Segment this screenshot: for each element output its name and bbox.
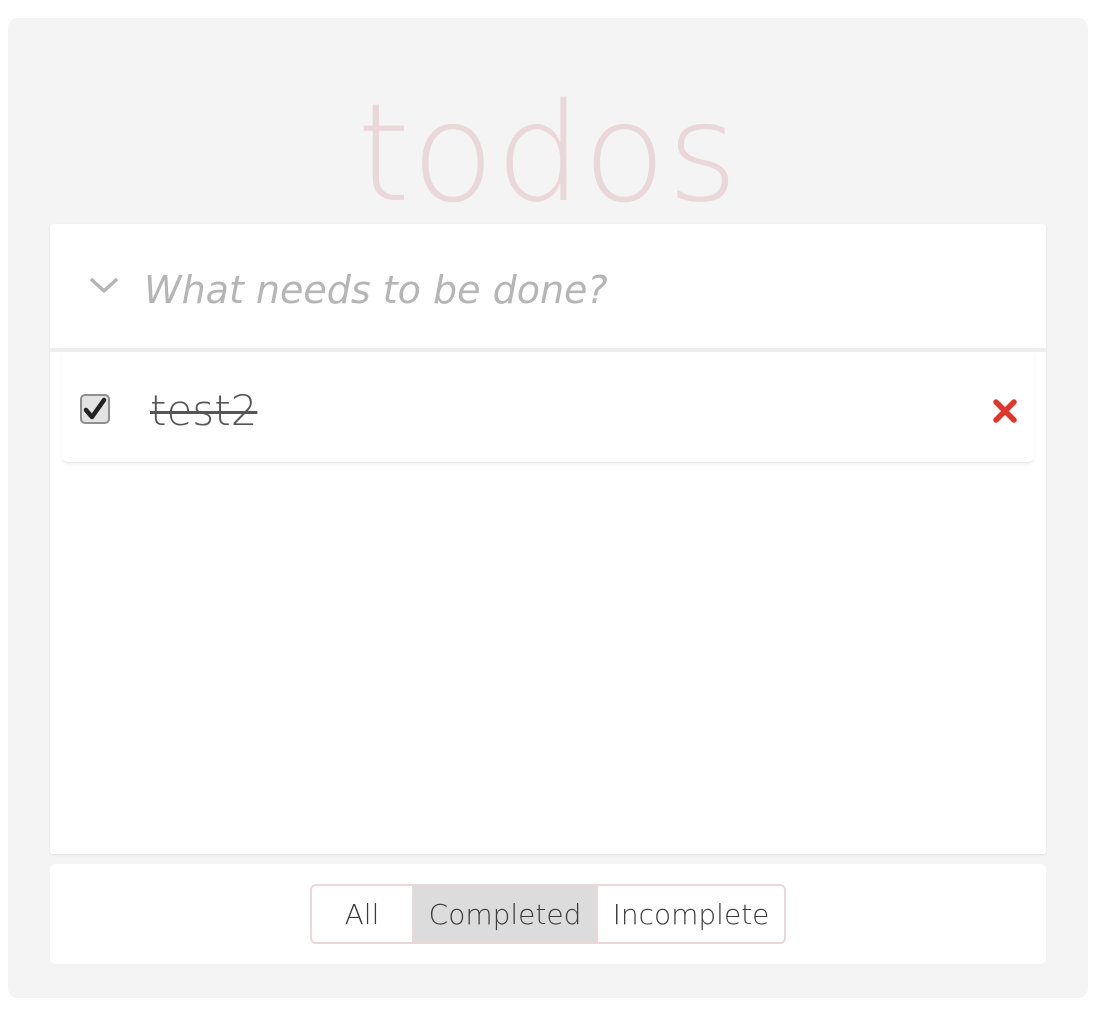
todo-footer: All Completed Incomplete (50, 864, 1046, 964)
filter-all-button[interactable]: All (312, 886, 412, 942)
todo-app: todos test2 (8, 18, 1088, 998)
new-todo-row (50, 224, 1046, 352)
delete-todo-x (993, 399, 1017, 423)
filter-group: All Completed Incomplete (310, 884, 786, 944)
todo-checkbox[interactable] (80, 394, 110, 424)
filter-completed-button[interactable]: Completed (412, 886, 598, 942)
todo-item: test2 (62, 352, 1034, 463)
todo-panel: test2 (50, 224, 1046, 854)
checkmark-icon (83, 397, 107, 420)
chevron-down-icon[interactable] (88, 270, 120, 302)
chevron-down-icon-svg (90, 278, 118, 293)
close-icon[interactable] (990, 396, 1020, 426)
app-title: todos (357, 75, 739, 233)
todo-list: test2 (62, 352, 1034, 463)
new-todo-input[interactable] (142, 254, 1026, 326)
filter-incomplete-button[interactable]: Incomplete (598, 886, 784, 942)
todo-label: test2 (150, 386, 258, 435)
